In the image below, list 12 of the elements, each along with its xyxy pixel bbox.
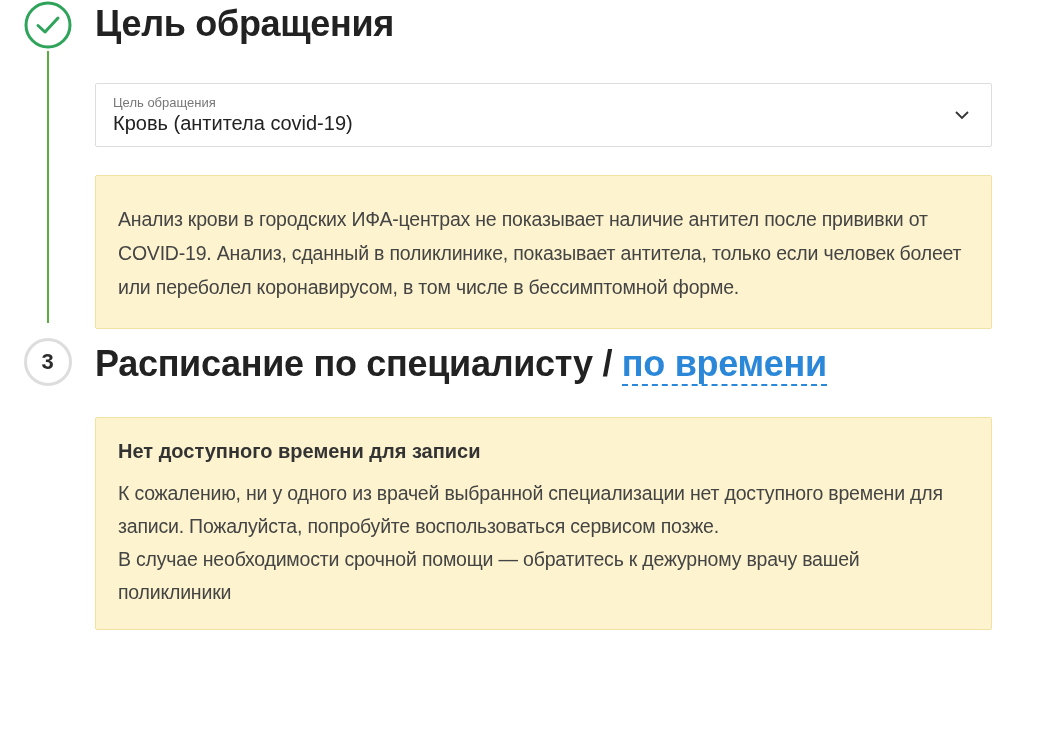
notice-text: К сожалению, ни у одного из врачей выбранной специализации нет доступного времени для записи. Пожалуйста, попробуйте воспользоваться сервисом позже. [118,481,944,539]
select-label: Цель обращения [113,95,217,110]
step-number: 3 [23,338,72,386]
select-value: Кровь (антитела covid-19) [113,112,353,135]
by-time-link[interactable]: по времени [621,343,827,386]
notice-title: Нет доступного времени для записи [118,440,482,463]
chevron-down-icon [955,110,969,120]
section-title: Цель обращения [95,2,396,46]
notice-text: В случае необходимости срочной помощи — обратитесь к дежурному врачу вашей поликлиники [118,547,861,605]
section-title: Расписание по специалисту / [95,343,613,384]
purpose-select[interactable]: Цель обращения Кровь (антитела covid-19) [95,83,992,147]
notice-text: Анализ крови в городских ИФА-центрах не показывает наличие антител после прививки от COVID-19. Анализ, сданный в поликлинике, показывает антитела, только если человек болеет или переболел коронавирусом, в том числе в бессимптомной форме. [118,207,963,300]
